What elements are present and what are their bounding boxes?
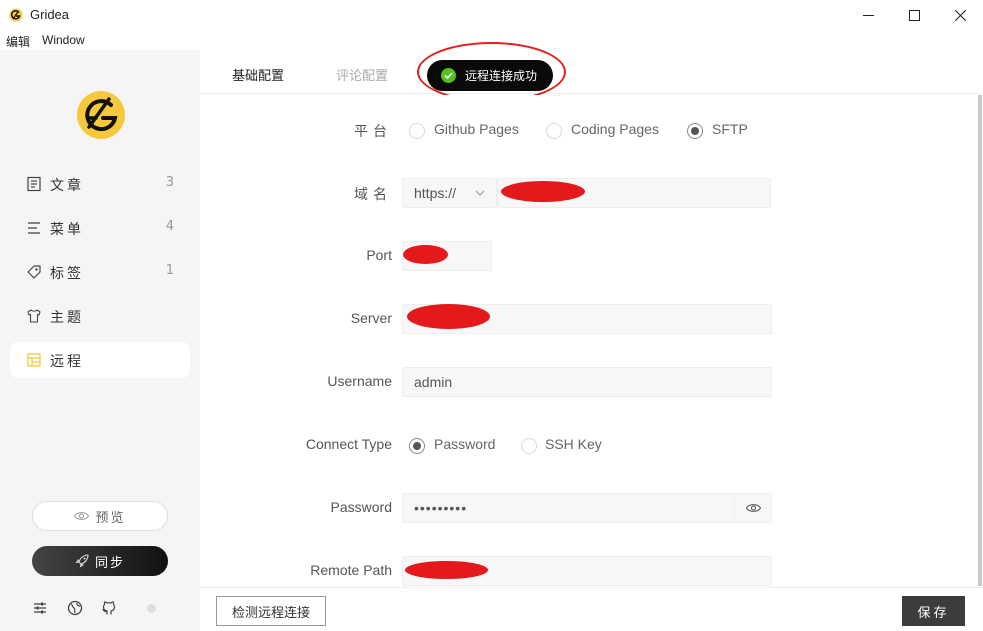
radio-coding-pages[interactable] — [546, 123, 562, 139]
sidebar-item-label: 标签 — [50, 266, 84, 282]
annotation-circle — [417, 42, 566, 102]
menu-window[interactable]: Window — [42, 33, 85, 47]
rocket-icon — [75, 554, 89, 568]
sync-label: 同步 — [94, 555, 125, 571]
sidebar: 文章 3 菜单 4 标签 1 主题 远程 预览 同步 — [0, 50, 200, 631]
settings-sliders-icon[interactable] — [32, 600, 48, 616]
remote-icon — [27, 353, 41, 367]
github-icon[interactable] — [101, 600, 117, 616]
maximize-icon — [908, 9, 920, 21]
connect-type-label: Connect Type — [305, 436, 392, 452]
gridea-logo-icon — [9, 8, 23, 22]
sidebar-item-label: 菜单 — [50, 222, 84, 238]
action-bar: 检测远程连接 保存 — [200, 587, 983, 631]
sidebar-item-theme[interactable]: 主题 — [10, 298, 190, 334]
sidebar-item-label: 文章 — [50, 178, 84, 194]
article-icon — [27, 176, 41, 192]
eye-icon — [74, 512, 90, 520]
gridea-window: Gridea 编辑 Window 文章 3 菜单 4 标签 1 主题 远程 预览… — [0, 0, 983, 631]
protocol-value: https:// — [414, 185, 457, 201]
radio-password[interactable] — [409, 438, 425, 454]
eye-icon — [745, 504, 761, 512]
radio-sftp-label[interactable]: SFTP — [712, 121, 748, 137]
sidebar-item-articles[interactable]: 文章 3 — [10, 166, 190, 202]
sync-button[interactable]: 同步 — [32, 546, 168, 576]
scrollbar[interactable] — [978, 95, 982, 586]
domain-label: 域名 — [354, 187, 392, 203]
window-title: Gridea — [30, 7, 70, 22]
radio-github-pages[interactable] — [409, 123, 425, 139]
platform-label: 平台 — [354, 124, 392, 140]
redaction-mark — [405, 561, 488, 579]
radio-sftp[interactable] — [687, 123, 703, 139]
sidebar-item-count: 4 — [165, 219, 174, 234]
username-input[interactable]: admin — [402, 367, 772, 397]
tab-comment-config[interactable]: 评论配置 — [336, 65, 388, 84]
globe-icon[interactable] — [67, 600, 83, 616]
close-button[interactable] — [937, 0, 983, 30]
sidebar-item-label: 远程 — [50, 354, 84, 370]
chevron-down-icon — [475, 190, 485, 196]
server-label: Server — [350, 310, 392, 326]
redaction-mark — [501, 181, 585, 202]
sidebar-item-remote[interactable]: 远程 — [10, 342, 190, 378]
sidebar-item-count: 3 — [165, 175, 174, 190]
close-icon — [954, 9, 966, 21]
radio-password-label[interactable]: Password — [434, 436, 495, 452]
menu-bar: 编辑 Window — [0, 30, 200, 50]
tag-icon — [27, 265, 41, 279]
sidebar-item-label: 主题 — [50, 310, 84, 326]
username-label: Username — [327, 373, 392, 389]
sidebar-item-count: 1 — [165, 263, 174, 278]
gridea-logo — [77, 91, 125, 139]
status-dot — [147, 604, 156, 613]
save-button[interactable]: 保存 — [902, 596, 965, 626]
sidebar-item-tags[interactable]: 标签 1 — [10, 254, 190, 290]
preview-button[interactable]: 预览 — [32, 501, 168, 531]
radio-ssh-key-label[interactable]: SSH Key — [545, 436, 602, 452]
menu-edit[interactable]: 编辑 — [6, 33, 30, 50]
radio-coding-pages-label[interactable]: Coding Pages — [571, 121, 659, 137]
minimize-icon — [862, 14, 874, 16]
maximize-button[interactable] — [891, 0, 937, 30]
password-input[interactable]: ••••••••• — [402, 493, 735, 523]
minimize-button[interactable] — [845, 0, 891, 30]
sidebar-item-menu[interactable]: 菜单 4 — [10, 210, 190, 246]
redaction-mark — [403, 245, 448, 264]
protocol-select[interactable]: https:// — [402, 178, 497, 208]
menu-icon — [28, 222, 40, 234]
tab-basic-config[interactable]: 基础配置 — [232, 65, 284, 84]
remote-path-label: Remote Path — [310, 562, 392, 578]
toggle-password-visibility[interactable] — [734, 493, 772, 523]
redaction-mark — [407, 304, 490, 329]
theme-icon — [27, 309, 41, 323]
preview-label: 预览 — [95, 510, 126, 526]
check-connection-button[interactable]: 检测远程连接 — [216, 596, 326, 626]
radio-ssh-key[interactable] — [521, 438, 537, 454]
radio-github-pages-label[interactable]: Github Pages — [434, 121, 519, 137]
title-bar: Gridea — [0, 0, 983, 30]
config-tabs: 基础配置 评论配置 远程连接成功 — [200, 50, 983, 94]
port-label: Port — [366, 247, 392, 263]
password-label: Password — [330, 499, 392, 515]
